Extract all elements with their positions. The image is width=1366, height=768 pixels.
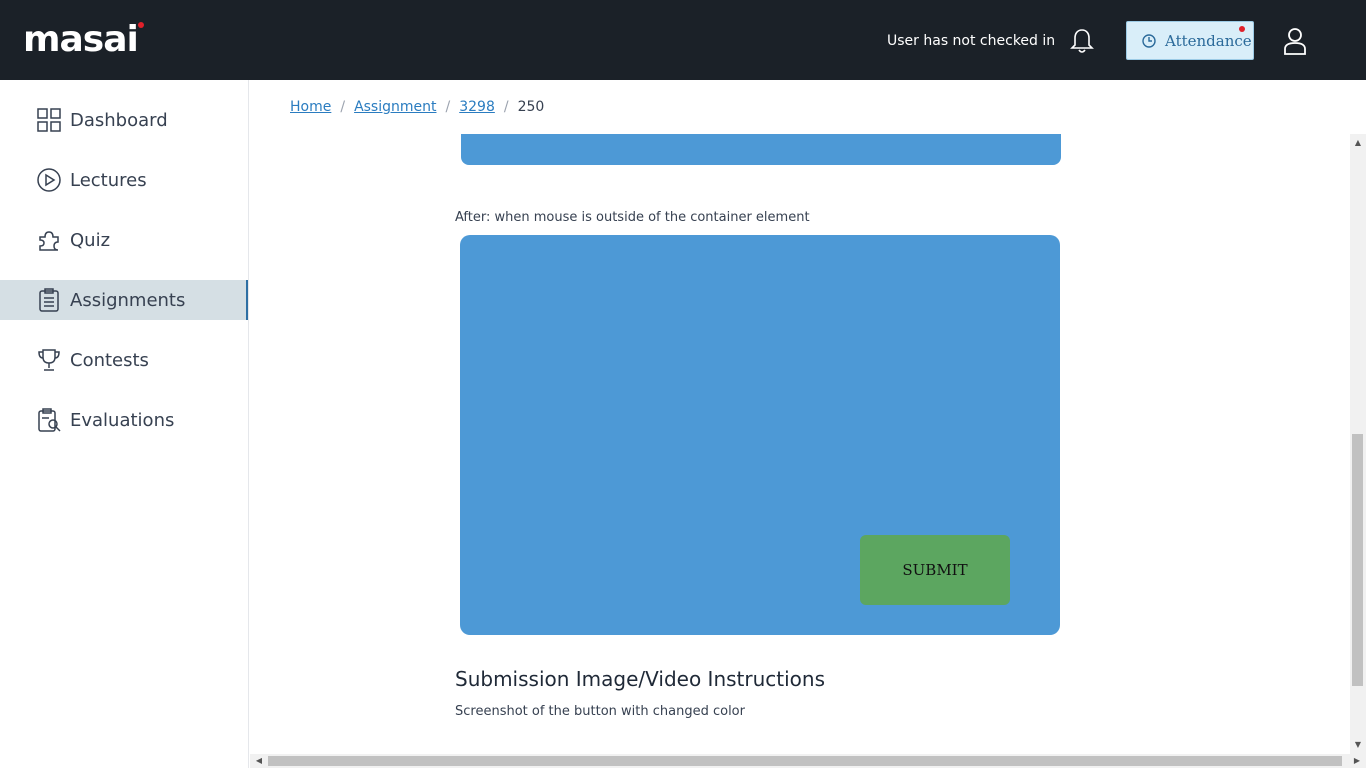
instruction-text: Screenshot of the button with changed co… — [455, 704, 745, 719]
horizontal-scrollbar[interactable]: ◀ ▶ — [250, 754, 1366, 768]
attendance-button[interactable]: Attendance — [1126, 21, 1254, 60]
user-icon[interactable] — [1281, 26, 1309, 56]
breadcrumb-assignment-id-link[interactable]: 3298 — [459, 97, 495, 117]
sidebar-item-label: Assignments — [70, 289, 186, 311]
top-navbar: masai User has not checked in Attendance — [0, 0, 1366, 80]
bell-icon[interactable] — [1067, 26, 1097, 56]
masai-logo[interactable]: masai — [23, 18, 139, 62]
scroll-right-arrow-icon[interactable]: ▶ — [1352, 756, 1362, 766]
scroll-left-arrow-icon[interactable]: ◀ — [254, 756, 264, 766]
logo-accent-dot — [138, 22, 144, 28]
demo-caption: After: when mouse is outside of the cont… — [455, 210, 810, 225]
breadcrumb-assignment-link[interactable]: Assignment — [354, 97, 436, 117]
breadcrumb-separator: / — [445, 99, 451, 115]
breadcrumb-separator: / — [340, 99, 346, 115]
sidebar-item-contests[interactable]: Contests — [0, 340, 248, 380]
sidebar-item-label: Lectures — [70, 169, 147, 191]
after-demo-image: SUBMIT — [460, 235, 1060, 635]
sidebar-item-label: Evaluations — [70, 409, 175, 431]
sidebar-item-quiz[interactable]: Quiz — [0, 220, 248, 260]
sidebar-item-evaluations[interactable]: Evaluations — [0, 400, 248, 440]
section-title: Submission Image/Video Instructions — [455, 667, 825, 691]
scroll-down-arrow-icon[interactable]: ▼ — [1353, 740, 1363, 750]
attendance-notification-dot — [1239, 26, 1245, 32]
breadcrumb-home-link[interactable]: Home — [290, 97, 331, 117]
sidebar-item-label: Dashboard — [70, 109, 168, 131]
breadcrumb: Home / Assignment / 3298 / 250 — [290, 97, 544, 117]
dashboard-grid-icon — [37, 108, 61, 132]
evaluation-icon — [38, 408, 61, 432]
sidebar-item-assignments[interactable]: Assignments — [0, 280, 248, 320]
demo-submit-button: SUBMIT — [860, 535, 1010, 605]
puzzle-icon — [39, 231, 59, 251]
clock-icon — [1142, 33, 1156, 48]
checkin-status-text: User has not checked in — [887, 33, 1056, 49]
vertical-scrollbar[interactable]: ▲ ▼ — [1350, 134, 1366, 754]
vertical-scrollbar-thumb[interactable] — [1352, 434, 1363, 686]
sidebar-item-label: Quiz — [70, 229, 111, 251]
clipboard-icon — [39, 288, 59, 312]
assignment-content: After: when mouse is outside of the cont… — [250, 134, 1350, 754]
horizontal-scrollbar-thumb[interactable] — [268, 756, 1342, 766]
play-circle-icon — [37, 168, 61, 192]
breadcrumb-separator: / — [503, 99, 509, 115]
breadcrumb-current: 250 — [517, 99, 545, 115]
sidebar-item-lectures[interactable]: Lectures — [0, 160, 248, 200]
scroll-up-arrow-icon[interactable]: ▲ — [1353, 138, 1363, 148]
sidebar: Dashboard Lectures Quiz Assignments Cont… — [0, 80, 249, 768]
before-demo-image — [461, 134, 1061, 165]
sidebar-item-label: Contests — [70, 349, 149, 371]
attendance-label: Attendance — [1165, 31, 1252, 50]
trophy-icon — [38, 349, 60, 371]
sidebar-item-dashboard[interactable]: Dashboard — [0, 100, 248, 140]
